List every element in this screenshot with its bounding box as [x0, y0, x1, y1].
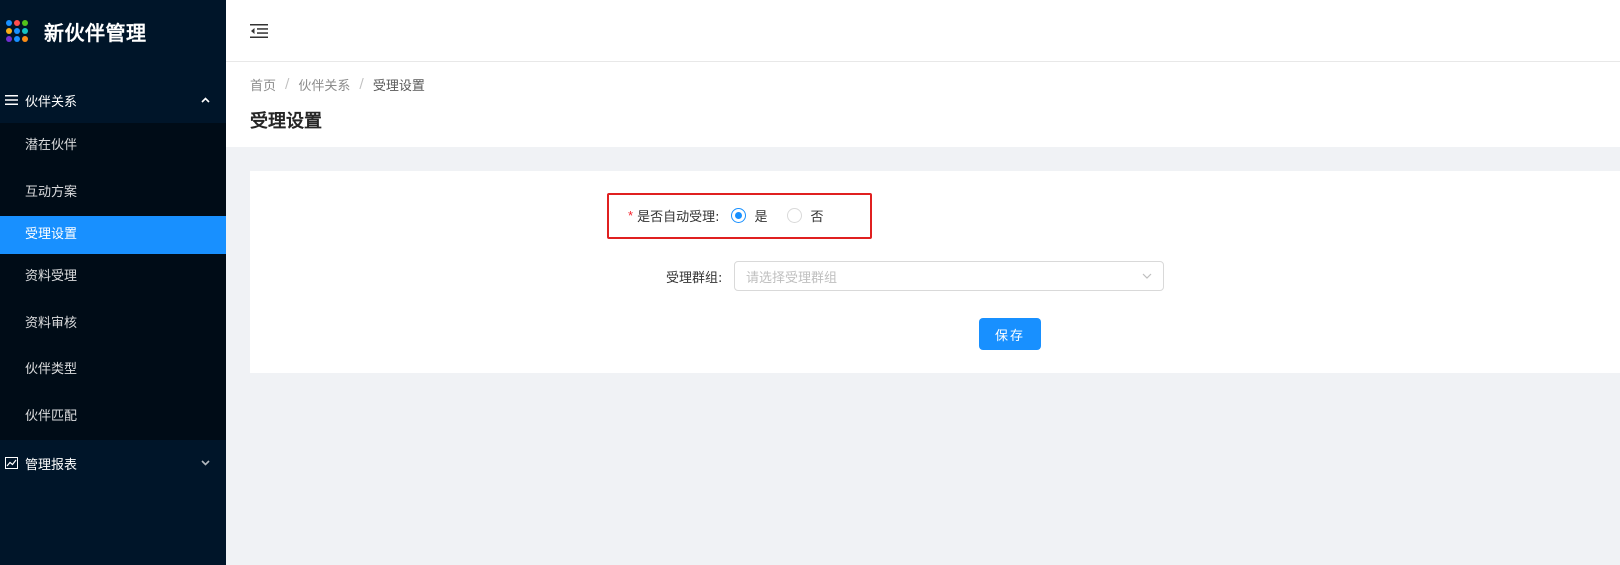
radio-yes-label: 是	[754, 209, 768, 225]
save-button[interactable]: 保存	[979, 318, 1041, 350]
app-grid-icon	[6, 20, 28, 42]
sidebar: 新伙伴管理 伙伴关系 潜在伙伴 互动方案 受理设置 资料受理 资料审核 伙伴类型…	[0, 0, 226, 565]
sidebar-item-accept-settings[interactable]: 受理设置	[0, 216, 226, 254]
menu-group-management-reports[interactable]: 管理报表	[0, 440, 226, 486]
page-header: 首页 / 伙伴关系 / 受理设置 受理设置	[226, 62, 1620, 147]
auto-accept-row: * 是否自动受理: 是 否	[628, 204, 843, 226]
breadcrumb: 首页 / 伙伴关系 / 受理设置	[250, 75, 1620, 94]
breadcrumb-separator: /	[359, 77, 364, 92]
logo: 新伙伴管理	[0, 0, 226, 62]
logo-dot	[22, 28, 28, 34]
top-header	[226, 0, 1620, 62]
breadcrumb-home[interactable]: 首页	[250, 75, 276, 94]
logo-dot	[14, 36, 20, 42]
logo-dot	[6, 28, 12, 34]
sidebar-item-partner-matching[interactable]: 伙伴匹配	[0, 394, 226, 441]
auto-accept-label: 是否自动受理:	[637, 209, 720, 225]
chart-icon	[4, 456, 18, 470]
logo-dot	[6, 36, 12, 42]
radio-no[interactable]: 否	[787, 206, 823, 225]
logo-dot	[6, 20, 12, 26]
menu-lines-icon	[4, 93, 18, 107]
app-title: 新伙伴管理	[44, 20, 147, 45]
sidebar-item-potential-partners[interactable]: 潜在伙伴	[0, 123, 226, 170]
logo-dot	[14, 20, 20, 26]
logo-dot	[22, 20, 28, 26]
sidebar-item-document-acceptance[interactable]: 资料受理	[0, 254, 226, 301]
chevron-down-icon	[201, 458, 210, 469]
auto-accept-radio-group: 是 否	[731, 206, 843, 225]
accept-group-label: 受理群组:	[666, 270, 723, 286]
menu-fold-icon[interactable]	[250, 23, 268, 39]
logo-dot	[22, 36, 28, 42]
breadcrumb-current: 受理设置	[372, 79, 425, 94]
logo-dot	[14, 28, 20, 34]
menu-group-partner-relations[interactable]: 伙伴关系	[0, 77, 226, 123]
breadcrumb-separator: /	[285, 77, 290, 92]
menu-group-label: 管理报表	[25, 457, 78, 473]
chevron-down-icon	[1141, 270, 1153, 282]
radio-checked-icon[interactable]	[731, 207, 747, 223]
breadcrumb-partner-relations[interactable]: 伙伴关系	[298, 75, 350, 94]
chevron-up-icon	[201, 95, 210, 106]
accept-group-select[interactable]: 请选择受理群组	[734, 261, 1164, 291]
sidebar-item-document-review[interactable]: 资料审核	[0, 301, 226, 348]
radio-unchecked-icon[interactable]	[787, 207, 803, 223]
accept-group-row: 受理群组:	[666, 261, 722, 291]
select-placeholder: 请选择受理群组	[746, 270, 838, 286]
page-title: 受理设置	[250, 111, 322, 132]
required-mark: *	[628, 207, 634, 223]
submenu: 潜在伙伴 互动方案 受理设置 资料受理 资料审核 伙伴类型 伙伴匹配	[0, 123, 226, 440]
sidebar-item-interaction-plans[interactable]: 互动方案	[0, 170, 226, 217]
radio-yes[interactable]: 是	[731, 206, 767, 225]
menu-group-label: 伙伴关系	[25, 94, 78, 110]
sidebar-item-partner-types[interactable]: 伙伴类型	[0, 347, 226, 394]
radio-no-label: 否	[810, 209, 824, 225]
